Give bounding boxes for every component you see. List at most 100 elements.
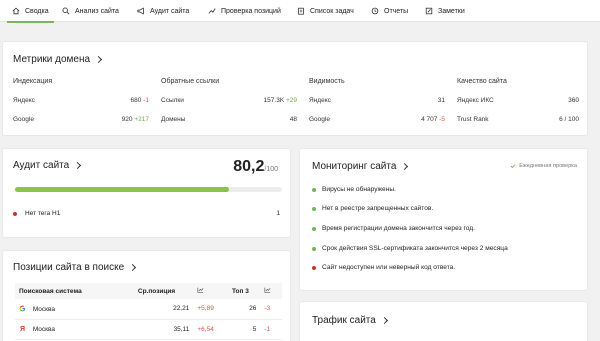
- trend-icon: [208, 8, 216, 14]
- tab-site-audit[interactable]: Аудит сайта: [137, 0, 189, 22]
- chevron-right-icon: [129, 263, 137, 272]
- edit-icon: [425, 7, 433, 15]
- metric-value: 6 / 100: [559, 116, 579, 123]
- monitoring-item: Время регистрации домена закончится чере…: [312, 225, 475, 232]
- megaphone-icon: [137, 7, 144, 15]
- positions-table-header: Поисковая система Ср.позиция Топ 3: [15, 283, 282, 299]
- tab-summary-label: Сводка: [25, 7, 49, 15]
- column-header-top3[interactable]: Топ 3: [227, 283, 261, 299]
- column-header-avg-chart[interactable]: [193, 283, 228, 299]
- chart-icon: [197, 287, 204, 293]
- monitoring-item-text: Вирусы не обнаружены.: [322, 186, 396, 193]
- google-logo-icon: [19, 305, 26, 312]
- metric-value: 4 707: [421, 116, 438, 123]
- site-traffic-title[interactable]: Трафик сайта: [312, 315, 388, 326]
- search-positions-title[interactable]: Позиции сайта в поиске: [13, 262, 137, 273]
- metric-row: Яндекс 31: [309, 97, 445, 104]
- metric-column-heading: Качество сайта: [457, 78, 507, 85]
- engine-cell: Москва: [15, 299, 134, 320]
- avg-position-delta: +5,89: [193, 299, 228, 320]
- metric-row: Домены 48: [161, 116, 297, 123]
- metric-label: Ссылки: [161, 97, 184, 104]
- tab-site-analysis[interactable]: Анализ сайта: [62, 0, 119, 22]
- audit-issue-row[interactable]: Нет тега H1 1: [13, 210, 280, 217]
- monitoring-item-text: Срок действия SSL-сертификата закончится…: [322, 245, 508, 252]
- monitoring-item: Сайт недоступен или неверный код ответа.: [312, 264, 455, 271]
- monitoring-item-text: Сайт недоступен или неверный код ответа.: [322, 264, 456, 271]
- metric-delta: +217: [134, 116, 149, 123]
- metric-row: Яндекс ИКС 360: [457, 97, 579, 104]
- metric-label: Яндекс ИКС: [457, 97, 494, 104]
- tab-task-list[interactable]: Список задач: [297, 0, 354, 22]
- monitoring-item-text: Время регистрации домена закончится чере…: [322, 225, 475, 232]
- metric-value: 360: [568, 97, 579, 104]
- site-traffic-title-text: Трафик сайта: [312, 315, 376, 326]
- table-row[interactable]: Я Москва 35,11 +6,54 5 -1: [15, 319, 282, 340]
- positions-table: Поисковая система Ср.позиция Топ 3 Москв…: [15, 283, 282, 340]
- avg-position-value: 22,21: [133, 299, 194, 320]
- top-navigation: Сводка Анализ сайта Аудит сайта Проверка…: [0, 0, 600, 23]
- domain-metrics-title-text: Метрики домена: [13, 54, 91, 65]
- metric-label: Домены: [161, 116, 186, 123]
- avg-position-value: 35,11: [133, 319, 194, 340]
- site-traffic-card: Трафик сайта: [299, 301, 588, 341]
- monitoring-item: Нет в реестре запрещенных сайтов.: [312, 205, 433, 212]
- metric-label: Яндекс: [13, 97, 35, 104]
- metric-delta: +29: [285, 97, 297, 104]
- metric-column-site-quality: Качество сайта Яндекс ИКС 360 Trust Rank…: [457, 78, 579, 123]
- tab-notes-label: Заметки: [438, 7, 465, 15]
- tab-reports-label: Отчеты: [384, 7, 409, 15]
- domain-metrics-title[interactable]: Метрики домена: [13, 54, 103, 65]
- audit-score-value: 80,2: [233, 158, 265, 175]
- site-audit-card: Аудит сайта 80,2 /100 Нет тега H1 1: [2, 148, 291, 238]
- site-audit-title[interactable]: Аудит сайта: [13, 160, 82, 171]
- metric-label: Google: [309, 116, 330, 123]
- metric-row: Google 4 707 -5: [309, 116, 445, 123]
- search-positions-title-text: Позиции сайта в поиске: [13, 262, 125, 273]
- tab-summary[interactable]: Сводка: [7, 0, 54, 23]
- tab-task-list-label: Список задач: [310, 7, 354, 15]
- chevron-right-icon: [74, 161, 82, 170]
- chevron-right-icon: [401, 162, 409, 171]
- tab-notes[interactable]: Заметки: [425, 0, 465, 22]
- daily-check-badge: Ежедневная проверка: [510, 163, 577, 169]
- metric-label: Google: [13, 116, 34, 123]
- ok-dot-icon: [312, 187, 316, 192]
- ok-dot-icon: [312, 206, 316, 211]
- region-label: Москва: [32, 325, 56, 333]
- top3-delta: -3: [260, 299, 282, 320]
- metric-label: Яндекс: [309, 97, 331, 104]
- ok-dot-icon: [312, 226, 316, 231]
- audit-score: 80,2 /100: [233, 158, 278, 176]
- metric-row: Google 920 +217: [13, 116, 149, 123]
- ok-dot-icon: [312, 246, 316, 251]
- tab-position-check[interactable]: Проверка позиций: [208, 0, 281, 22]
- metric-value: 680: [130, 97, 142, 104]
- metric-column-indexing: Индексация Яндекс 680 -1 Google 920 +217: [13, 78, 149, 123]
- metric-column-visibility: Видимость Яндекс 31 Google 4 707 -5: [309, 78, 445, 123]
- metric-delta: -5: [439, 116, 445, 123]
- clipboard-icon: [298, 7, 304, 15]
- monitoring-item: Срок действия SSL-сертификата закончится…: [312, 245, 508, 252]
- column-header-top-chart[interactable]: [260, 283, 282, 299]
- site-monitoring-card: Мониторинг сайта Ежедневная проверка Вир…: [299, 148, 588, 291]
- tab-position-check-label: Проверка позиций: [221, 7, 281, 15]
- audit-issue-count: 1: [276, 210, 280, 217]
- table-row[interactable]: Москва 22,21 +5,89 26 -3: [15, 299, 282, 320]
- column-header-avg-position[interactable]: Ср.позиция: [133, 283, 194, 299]
- top3-value: 26: [227, 299, 261, 320]
- metric-column-heading: Обратные ссылки: [161, 78, 220, 85]
- metric-value: 920: [121, 116, 133, 123]
- site-monitoring-title-text: Мониторинг сайта: [312, 161, 397, 172]
- engine-cell: Я Москва: [15, 319, 134, 340]
- site-monitoring-title[interactable]: Мониторинг сайта: [312, 161, 409, 172]
- audit-score-max: /100: [264, 166, 278, 173]
- column-header-engine[interactable]: Поисковая система: [15, 283, 134, 299]
- metric-delta: -1: [143, 97, 149, 104]
- metric-column-backlinks: Обратные ссылки Ссылки 157.3K +29 Домены…: [161, 78, 297, 123]
- home-icon: [12, 7, 20, 15]
- top3-delta: -1: [260, 319, 282, 340]
- tab-reports[interactable]: Отчеты: [371, 0, 408, 22]
- chevron-right-icon: [95, 55, 103, 64]
- audit-progress-bar: [15, 187, 282, 192]
